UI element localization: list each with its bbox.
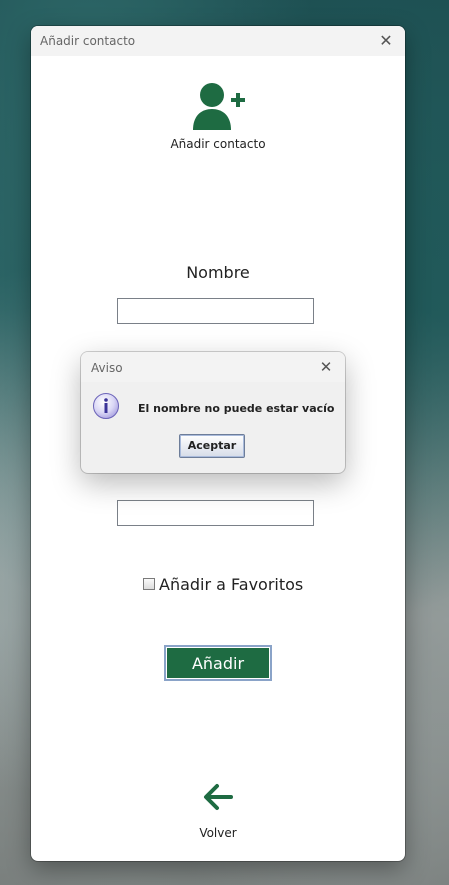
window-titlebar[interactable]: Añadir contacto ✕: [31, 26, 405, 56]
ok-button[interactable]: Aceptar: [179, 434, 245, 458]
favoritos-checkbox-row[interactable]: Añadir a Favoritos: [143, 574, 303, 594]
add-button-label: Añadir: [167, 648, 269, 678]
close-icon[interactable]: ✕: [375, 30, 397, 52]
add-button[interactable]: Añadir: [164, 645, 272, 681]
dialog-title: Aviso: [91, 361, 123, 375]
header-label: Añadir contacto: [170, 137, 266, 151]
apellido-field[interactable]: [117, 500, 314, 526]
dialog-titlebar[interactable]: Aviso ✕: [81, 352, 345, 382]
dialog-message: El nombre no puede estar vacío: [138, 402, 335, 415]
info-icon: [93, 393, 119, 419]
favoritos-label: Añadir a Favoritos: [159, 574, 304, 594]
dialog-close-icon[interactable]: ✕: [315, 356, 337, 378]
arrow-left-icon[interactable]: [203, 783, 235, 811]
add-user-icon: [193, 83, 245, 130]
favoritos-checkbox[interactable]: [143, 578, 155, 590]
nombre-label: Nombre: [186, 263, 250, 282]
warning-dialog: Aviso ✕ El nombre no puede estar vacío A…: [81, 352, 345, 473]
back-label[interactable]: Volver: [31, 826, 405, 840]
nombre-field[interactable]: [117, 298, 314, 324]
window-title: Añadir contacto: [40, 34, 136, 48]
